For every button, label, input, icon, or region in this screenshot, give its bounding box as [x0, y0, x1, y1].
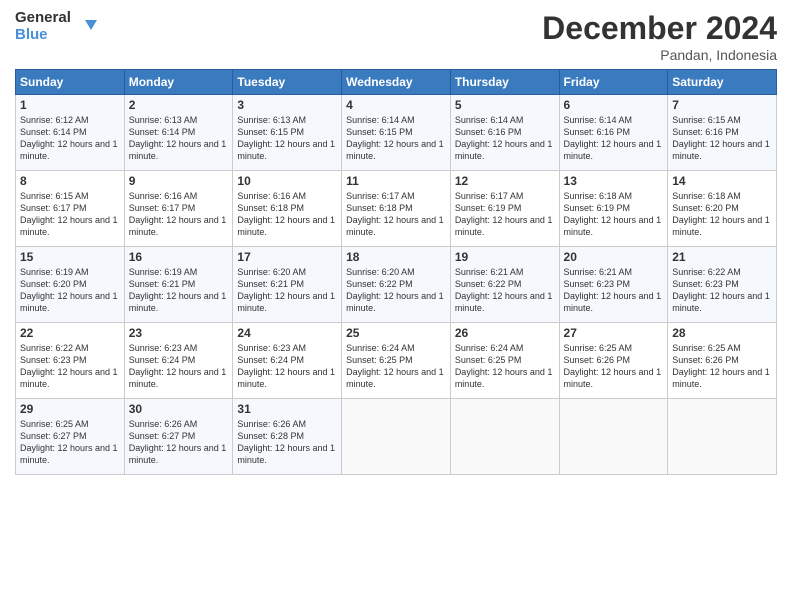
calendar-cell: 24Sunrise: 6:23 AMSunset: 6:24 PMDayligh… — [233, 323, 342, 399]
title-area: December 2024 Pandan, Indonesia — [542, 10, 777, 63]
calendar-table: Sunday Monday Tuesday Wednesday Thursday… — [15, 69, 777, 475]
col-thursday: Thursday — [450, 70, 559, 95]
calendar-cell: 30Sunrise: 6:26 AMSunset: 6:27 PMDayligh… — [124, 399, 233, 475]
page-subtitle: Pandan, Indonesia — [542, 47, 777, 63]
calendar-cell: 29Sunrise: 6:25 AMSunset: 6:27 PMDayligh… — [16, 399, 125, 475]
col-tuesday: Tuesday — [233, 70, 342, 95]
calendar-cell: 6Sunrise: 6:14 AMSunset: 6:16 PMDaylight… — [559, 95, 668, 171]
col-saturday: Saturday — [668, 70, 777, 95]
calendar-cell: 25Sunrise: 6:24 AMSunset: 6:25 PMDayligh… — [342, 323, 451, 399]
calendar-cell: 1Sunrise: 6:12 AMSunset: 6:14 PMDaylight… — [16, 95, 125, 171]
calendar-cell: 11Sunrise: 6:17 AMSunset: 6:18 PMDayligh… — [342, 171, 451, 247]
calendar-cell: 5Sunrise: 6:14 AMSunset: 6:16 PMDaylight… — [450, 95, 559, 171]
calendar-cell: 3Sunrise: 6:13 AMSunset: 6:15 PMDaylight… — [233, 95, 342, 171]
calendar-cell — [342, 399, 451, 475]
table-row: 1Sunrise: 6:12 AMSunset: 6:14 PMDaylight… — [16, 95, 777, 171]
calendar-cell: 27Sunrise: 6:25 AMSunset: 6:26 PMDayligh… — [559, 323, 668, 399]
header-row: Sunday Monday Tuesday Wednesday Thursday… — [16, 70, 777, 95]
calendar-cell: 26Sunrise: 6:24 AMSunset: 6:25 PMDayligh… — [450, 323, 559, 399]
calendar-cell: 22Sunrise: 6:22 AMSunset: 6:23 PMDayligh… — [16, 323, 125, 399]
col-sunday: Sunday — [16, 70, 125, 95]
calendar-cell: 4Sunrise: 6:14 AMSunset: 6:15 PMDaylight… — [342, 95, 451, 171]
calendar-cell: 28Sunrise: 6:25 AMSunset: 6:26 PMDayligh… — [668, 323, 777, 399]
logo-bird-icon — [75, 16, 97, 38]
calendar-cell: 20Sunrise: 6:21 AMSunset: 6:23 PMDayligh… — [559, 247, 668, 323]
calendar-cell — [559, 399, 668, 475]
calendar-cell: 17Sunrise: 6:20 AMSunset: 6:21 PMDayligh… — [233, 247, 342, 323]
calendar-cell: 10Sunrise: 6:16 AMSunset: 6:18 PMDayligh… — [233, 171, 342, 247]
table-row: 29Sunrise: 6:25 AMSunset: 6:27 PMDayligh… — [16, 399, 777, 475]
calendar-cell: 16Sunrise: 6:19 AMSunset: 6:21 PMDayligh… — [124, 247, 233, 323]
calendar-cell: 31Sunrise: 6:26 AMSunset: 6:28 PMDayligh… — [233, 399, 342, 475]
header: General Blue December 2024 Pandan, Indon… — [15, 10, 777, 63]
col-wednesday: Wednesday — [342, 70, 451, 95]
calendar-cell: 14Sunrise: 6:18 AMSunset: 6:20 PMDayligh… — [668, 171, 777, 247]
calendar-cell: 8Sunrise: 6:15 AMSunset: 6:17 PMDaylight… — [16, 171, 125, 247]
logo: General Blue — [15, 10, 97, 43]
calendar-cell: 23Sunrise: 6:23 AMSunset: 6:24 PMDayligh… — [124, 323, 233, 399]
col-monday: Monday — [124, 70, 233, 95]
page-title: December 2024 — [542, 10, 777, 47]
calendar-cell: 2Sunrise: 6:13 AMSunset: 6:14 PMDaylight… — [124, 95, 233, 171]
calendar-cell — [450, 399, 559, 475]
calendar-cell: 7Sunrise: 6:15 AMSunset: 6:16 PMDaylight… — [668, 95, 777, 171]
calendar-cell: 12Sunrise: 6:17 AMSunset: 6:19 PMDayligh… — [450, 171, 559, 247]
calendar-cell: 15Sunrise: 6:19 AMSunset: 6:20 PMDayligh… — [16, 247, 125, 323]
table-row: 8Sunrise: 6:15 AMSunset: 6:17 PMDaylight… — [16, 171, 777, 247]
table-row: 15Sunrise: 6:19 AMSunset: 6:20 PMDayligh… — [16, 247, 777, 323]
calendar-cell: 13Sunrise: 6:18 AMSunset: 6:19 PMDayligh… — [559, 171, 668, 247]
calendar-cell: 9Sunrise: 6:16 AMSunset: 6:17 PMDaylight… — [124, 171, 233, 247]
table-row: 22Sunrise: 6:22 AMSunset: 6:23 PMDayligh… — [16, 323, 777, 399]
page-container: General Blue December 2024 Pandan, Indon… — [0, 0, 792, 485]
calendar-cell: 19Sunrise: 6:21 AMSunset: 6:22 PMDayligh… — [450, 247, 559, 323]
calendar-cell: 18Sunrise: 6:20 AMSunset: 6:22 PMDayligh… — [342, 247, 451, 323]
calendar-cell: 21Sunrise: 6:22 AMSunset: 6:23 PMDayligh… — [668, 247, 777, 323]
calendar-cell — [668, 399, 777, 475]
col-friday: Friday — [559, 70, 668, 95]
